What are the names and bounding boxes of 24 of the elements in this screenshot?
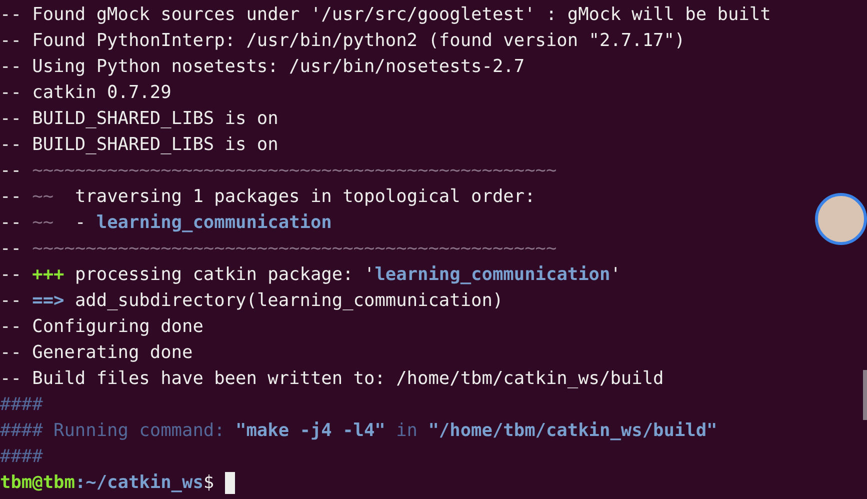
- output-line: ####: [0, 393, 43, 417]
- scrollbar-thumb[interactable]: [863, 370, 867, 420]
- output-line: -- ~~~~~~~~~~~~~~~~~~~~~~~~~~~~~~~~~~~~~~~~~~~~~~~~~: [0, 159, 557, 183]
- output-line: -- catkin 0.7.29: [0, 81, 172, 105]
- output-line: -- BUILD_SHARED_LIBS is on: [0, 107, 278, 131]
- output-line: -- Using Python nosetests: /usr/bin/nosetests-2.7: [0, 55, 525, 79]
- output-line: ####: [0, 445, 43, 469]
- prompt-symbol: $: [203, 471, 214, 495]
- output-line: -- ==> add_subdirectory(learning_communication): [0, 289, 504, 313]
- output-line: -- Configuring done: [0, 315, 204, 339]
- output-line: -- Found gMock sources under '/usr/src/googletest' : gMock will be built: [0, 3, 771, 27]
- output-line: -- ~~~~~~~~~~~~~~~~~~~~~~~~~~~~~~~~~~~~~~~~~~~~~~~~~: [0, 237, 557, 261]
- prompt-path: :~/catkin_ws: [74, 471, 204, 495]
- prompt-user-host: tbm@tbm: [0, 471, 75, 495]
- output-line: -- Found PythonInterp: /usr/bin/python2 (found version "2.7.17"): [0, 29, 686, 53]
- text-cursor: [225, 472, 236, 494]
- output-line: -- ~~ traversing 1 packages in topological order:: [0, 185, 536, 209]
- avatar-circle[interactable]: [815, 193, 867, 245]
- output-line: -- BUILD_SHARED_LIBS is on: [0, 133, 278, 157]
- output-line: -- +++ processing catkin package: 'learning_communication': [0, 263, 621, 287]
- output-line: #### Running command: "make -j4 -l4" in "/home/tbm/catkin_ws/build": [0, 419, 718, 443]
- output-line: -- Build files have been written to: /home/tbm/catkin_ws/build: [0, 367, 664, 391]
- output-line: -- Generating done: [0, 341, 193, 365]
- output-line: -- ~~ - learning_communication: [0, 211, 332, 235]
